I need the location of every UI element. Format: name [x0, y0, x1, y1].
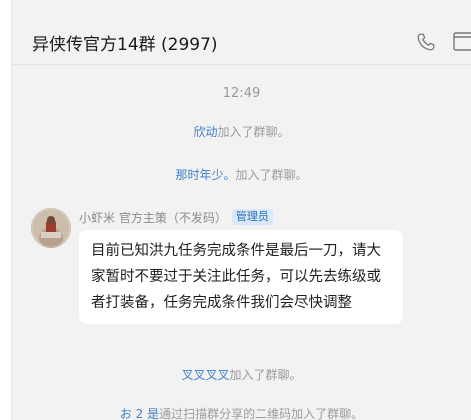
sender-name[interactable]: 小虾米 官方主策（不发码）	[79, 209, 227, 226]
system-message: 那时年少。加入了群聊。	[12, 166, 471, 183]
admin-badge: 管理员	[231, 209, 273, 225]
system-message: 叉叉叉叉加入了群聊。	[12, 366, 471, 383]
avatar[interactable]	[31, 208, 71, 248]
sender-line: 小虾米 官方主策（不发码） 管理员	[79, 208, 273, 226]
time-divider: 12:49	[222, 86, 261, 101]
avatar-image	[31, 208, 71, 248]
chat-title: 异侠传官方14群 (2997)	[32, 35, 218, 55]
system-message: お 2 是通过扫描群分享的二维码加入了群聊。	[12, 405, 471, 420]
member-link[interactable]: 那时年少。	[175, 168, 235, 182]
member-link[interactable]: 叉叉叉叉	[181, 368, 229, 382]
system-text: 加入了群聊。	[235, 168, 308, 182]
system-text: 通过扫描群分享的二维码加入了群聊。	[159, 407, 364, 420]
screen-share-icon[interactable]	[453, 32, 471, 52]
system-message: 欣动加入了群聊。	[12, 123, 471, 140]
phone-icon[interactable]	[415, 31, 437, 53]
system-text: 加入了群聊。	[217, 125, 290, 139]
message-bubble[interactable]: 目前已知洪九任务完成条件是最后一刀，请大家暂时不要过于关注此任务，可以先去练级或…	[79, 230, 403, 324]
member-link[interactable]: 欣动	[193, 125, 217, 139]
system-text: 加入了群聊。	[229, 368, 302, 382]
member-link[interactable]: お 2 是	[120, 407, 159, 420]
chat-header: 异侠传官方14群 (2997)	[12, 0, 471, 65]
sidebar-edge	[0, 0, 12, 420]
chat-window: 异侠传官方14群 (2997) 12:49 欣动加入了群聊。 那时年少。加入了群…	[0, 0, 471, 420]
